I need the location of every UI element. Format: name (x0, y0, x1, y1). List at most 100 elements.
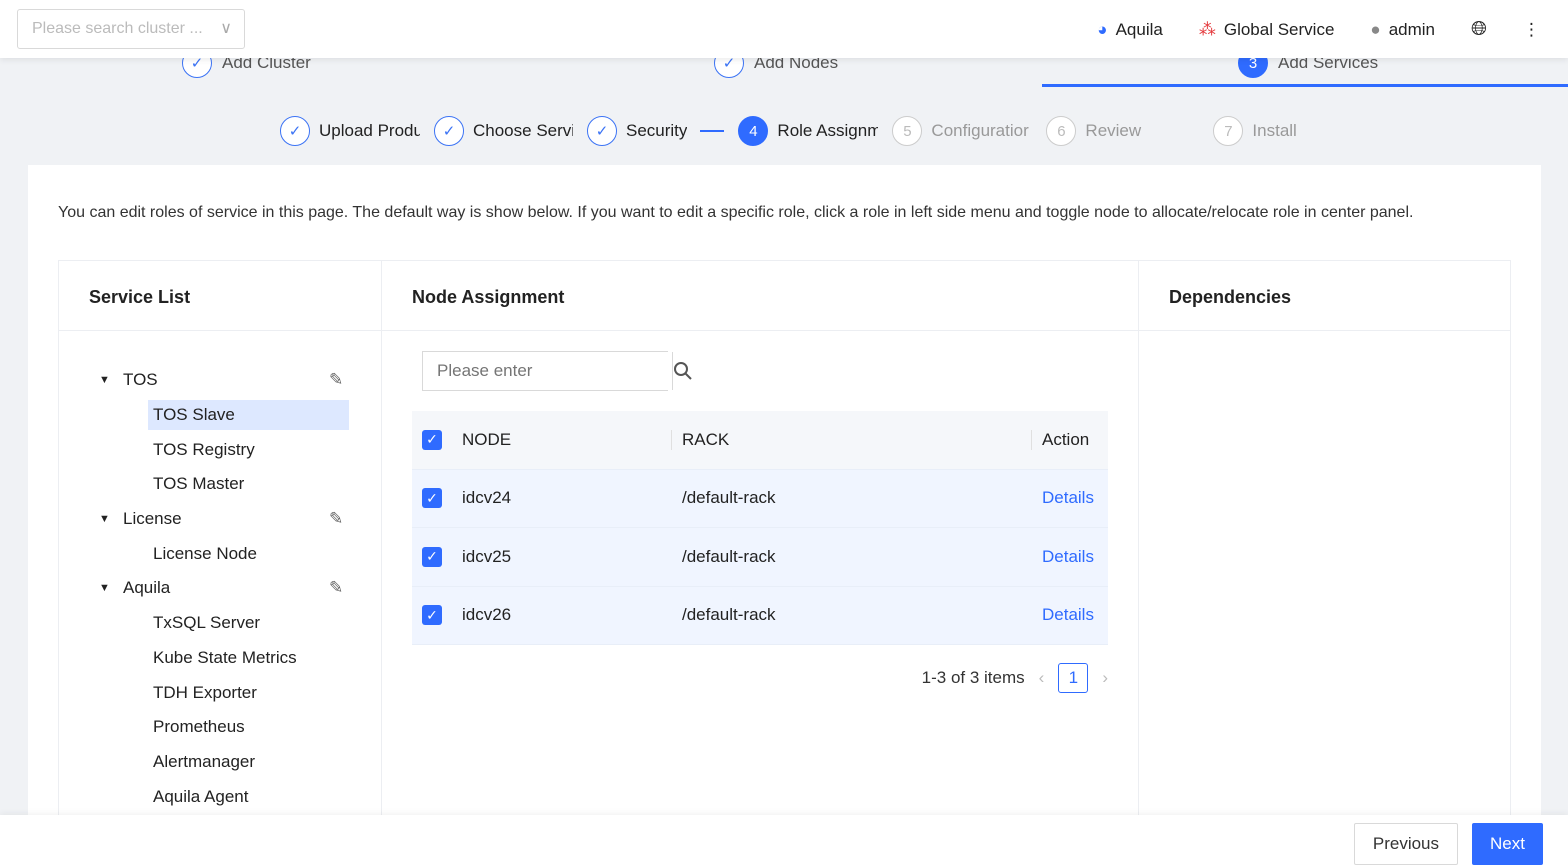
role-item[interactable]: TOS Registry (59, 432, 381, 467)
column-header: NODE (462, 429, 672, 450)
sub-step-label: Review (1085, 121, 1142, 140)
column-header: Action (1042, 429, 1090, 449)
rack: /default-rack (682, 546, 776, 566)
dependencies-panel: Dependencies (1139, 261, 1510, 829)
chevron-right-icon[interactable]: › (1102, 668, 1108, 688)
edit-icon[interactable]: ✎ (329, 370, 343, 390)
role-item[interactable]: Prometheus (59, 710, 381, 745)
check-icon: ✓ (280, 116, 310, 146)
description: You can edit roles of service in this pa… (58, 204, 1414, 221)
sub-step-6: 6 Review (1046, 116, 1199, 146)
role-label: Kube State Metrics (153, 647, 297, 667)
caret-down-icon[interactable]: ▼ (99, 374, 110, 386)
node-table: ✓ NODE RACK Action ✓ idcv24/default-rack Deta… (412, 411, 1108, 645)
role-item[interactable]: Alertmanager (59, 745, 381, 780)
user-icon: ● (1370, 19, 1381, 39)
top-bar: Please search cluster ... ∨ ◕ Aquila ⁂ Glob… (0, 0, 1568, 58)
column-header: RACK (672, 429, 1032, 450)
row-checkbox[interactable]: ✓ (422, 546, 442, 567)
aquila-label: Aquila (1115, 19, 1163, 39)
role-label: Alertmanager (153, 751, 256, 771)
panel-title: Node Assignment (382, 261, 1138, 331)
global-service-icon: ⁂ (1198, 19, 1216, 39)
node-name: idcv24 (462, 488, 512, 508)
service-group[interactable]: ▼ Aquila ✎ (59, 571, 381, 606)
service-group[interactable]: ▼ License ✎ (59, 502, 381, 537)
page-1[interactable]: 1 (1058, 663, 1089, 693)
check-icon: ✓ (434, 116, 464, 146)
previous-button[interactable]: Previous (1353, 823, 1458, 865)
aquila-link[interactable]: ◕ Aquila (1097, 20, 1163, 40)
role-item[interactable]: TOS Master (59, 467, 381, 502)
row-checkbox[interactable]: ✓ (422, 605, 442, 626)
role-item[interactable]: License Node (59, 536, 381, 571)
sub-step-label: Upload Produ (319, 121, 420, 140)
cluster-search-select[interactable]: Please search cluster ... ∨ (17, 9, 245, 49)
table-row: ✓ idcv25/default-rack Details (412, 528, 1108, 587)
panel-title: Dependencies (1139, 261, 1510, 331)
user-label: admin (1388, 19, 1435, 39)
row-checkbox[interactable]: ✓ (422, 488, 442, 509)
check-icon: ✓ (587, 116, 617, 146)
edit-icon[interactable]: ✎ (329, 578, 343, 598)
step-number: 6 (1046, 116, 1077, 146)
table-row: ✓ idcv24/default-rack Details (412, 469, 1108, 528)
service-list-panel: Service List ▼ TOS ✎ TOS Slave TOS Registry T… (59, 261, 382, 829)
service-name: License (123, 509, 182, 529)
chevron-down-icon: ∨ (220, 20, 232, 37)
service-tree: ▼ TOS ✎ TOS Slave TOS Registry TOS Master ▼ Lic… (59, 331, 381, 814)
sub-step-label: Configuratior (931, 121, 1029, 140)
role-label: License Node (153, 543, 257, 563)
role-label: TOS Registry (153, 439, 255, 459)
next-button[interactable]: Next (1472, 823, 1543, 865)
service-name: TOS (123, 370, 158, 390)
sub-step-label: Role Assignm (777, 121, 879, 140)
edit-icon[interactable]: ✎ (329, 509, 343, 529)
node-name: idcv26 (462, 605, 512, 625)
role-item[interactable]: Kube State Metrics (59, 641, 381, 676)
active-step-underline (1042, 84, 1568, 87)
footer: Previous Next (0, 815, 1568, 867)
node-assignment-panel: Node Assignment ✓ NODERACK Action ✓ idcv24 /… (382, 261, 1139, 829)
sub-step-3: ✓ Security (587, 116, 725, 146)
details-link[interactable]: Details (1032, 605, 1094, 625)
node-search-input[interactable] (423, 352, 672, 390)
pagination: 1-3 of 3 items ‹ 1 › (922, 663, 1108, 693)
role-label: TDH Exporter (153, 682, 257, 702)
global-service-label: Global Service (1223, 19, 1335, 39)
role-label: Aquila Agent (153, 786, 249, 806)
role-item[interactable]: TxSQL Server (59, 606, 381, 641)
search-icon[interactable] (672, 352, 693, 390)
role-item[interactable]: Aquila Agent (59, 779, 381, 814)
caret-down-icon[interactable]: ▼ (99, 513, 110, 525)
role-label: Prometheus (153, 717, 245, 737)
sub-step-4: 4 Role Assignm (738, 116, 878, 146)
sub-step-label: Security (626, 121, 688, 140)
chevron-left-icon[interactable]: ‹ (1039, 668, 1045, 688)
rack: /default-rack (682, 605, 776, 625)
service-name: Aquila (123, 578, 171, 598)
global-service-link[interactable]: ⁂ Global Service (1199, 20, 1335, 40)
more-icon[interactable]: ⋮ (1523, 20, 1540, 40)
role-label: TxSQL Server (153, 613, 261, 633)
pagination-summary: 1-3 of 3 items (921, 668, 1025, 687)
select-all-checkbox[interactable]: ✓ (422, 429, 442, 450)
sub-step-1: ✓ Upload Produ (280, 116, 420, 146)
service-group[interactable]: ▼ TOS ✎ (59, 363, 381, 398)
sub-step-label: Choose Servi (473, 121, 573, 140)
caret-down-icon[interactable]: ▼ (99, 582, 110, 594)
role-item[interactable]: TOS Slave (59, 398, 381, 433)
details-link[interactable]: Details (1032, 488, 1094, 508)
sub-step-5: 5 Configuratior (892, 116, 1032, 146)
role-label: TOS Master (153, 474, 245, 494)
node-name: idcv25 (462, 546, 512, 566)
sub-step-label: Install (1252, 121, 1297, 140)
sub-step-2: ✓ Choose Servi (434, 116, 573, 146)
language-icon[interactable]: 🌐︎ (1471, 18, 1487, 41)
step-number: 7 (1213, 116, 1244, 146)
details-link[interactable]: Details (1032, 547, 1094, 567)
node-search (422, 351, 692, 391)
role-item[interactable]: TDH Exporter (59, 675, 381, 710)
user-menu[interactable]: ● admin (1370, 20, 1435, 40)
rack: /default-rack (682, 488, 776, 508)
